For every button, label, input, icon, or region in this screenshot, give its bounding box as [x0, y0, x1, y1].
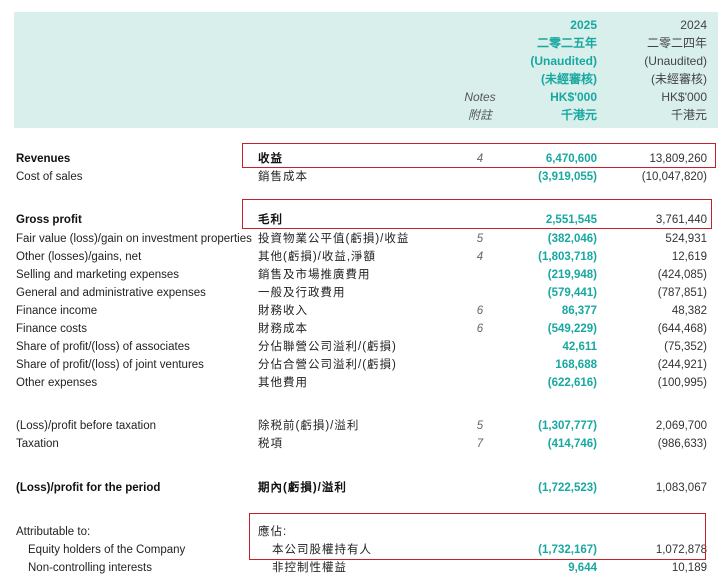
row-label-en: Share of profit/(loss) of joint ventures [16, 359, 204, 371]
value-2025: 9,644 [568, 562, 597, 574]
value-2025: 42,611 [562, 341, 597, 353]
row-label-zh: 除税前(虧損)/溢利 [258, 420, 360, 432]
table-row: Cost of sales 銷售成本 (3,919,055) (10,047,820) [0, 168, 721, 186]
value-2025: (1,722,523) [538, 482, 597, 494]
row-label-zh: 其他費用 [258, 377, 308, 389]
row-label-en: Selling and marketing expenses [16, 269, 180, 281]
value-2024: (986,633) [657, 438, 707, 450]
row-label-en: Finance costs [16, 323, 87, 335]
row-label-zh: 分佔聯營公司溢利/(虧損) [258, 341, 397, 353]
row-note: 6 [476, 323, 484, 335]
table-row: Share of profit/(loss) of associates 分佔聯營… [0, 338, 721, 356]
value-2024: 12,619 [671, 251, 707, 263]
value-2024: (787,851) [657, 287, 707, 299]
row-label-en: Taxation [16, 438, 59, 450]
row-label-en: Finance income [16, 305, 98, 317]
row-label-en: Revenues [16, 153, 71, 165]
row-note: 5 [476, 233, 484, 245]
row-label-zh: 一般及行政費用 [258, 287, 346, 299]
value-2024: 2,069,700 [655, 420, 707, 432]
col-2024-year: 2024 [680, 18, 707, 32]
table-row: Other (losses)/gains, net 其他(虧損)/收益,淨額 4 (1… [0, 248, 721, 266]
row-note: 4 [476, 251, 484, 263]
row-label-zh: 財務成本 [258, 323, 308, 335]
col-2025-audit: (Unaudited) [530, 54, 597, 68]
row-label-zh: 銷售成本 [258, 171, 308, 183]
highlight-box-attributable [249, 513, 706, 560]
table-row: (Loss)/profit for the period 期內(虧損)/溢利 (1,… [0, 479, 721, 497]
row-label-zh: 税項 [258, 438, 283, 450]
table-row: Finance income 財務收入 6 86,377 48,382 [0, 302, 721, 320]
row-label-en: Attributable to: [16, 526, 91, 538]
row-label-zh: 非控制性權益 [272, 562, 347, 574]
value-2025: (579,441) [547, 287, 597, 299]
col-2024-currency: HK$'000 [661, 90, 707, 104]
row-label-zh: 期內(虧損)/溢利 [258, 482, 347, 494]
row-note: 5 [476, 420, 484, 432]
notes-header-zh: 附註 [467, 108, 492, 122]
value-2024: (644,468) [657, 323, 707, 335]
table-row: Non-controlling interests 非控制性權益 9,644 10,1… [0, 559, 721, 577]
value-2025: (1,803,718) [538, 251, 597, 263]
value-2025: (382,046) [547, 233, 597, 245]
col-2025-year: 2025 [570, 18, 597, 32]
value-2025: (3,919,055) [538, 171, 597, 183]
col-2025-currency-zh: 千港元 [560, 108, 597, 122]
row-label-zh: 銷售及市場推廣費用 [258, 269, 371, 281]
row-note: 7 [476, 438, 484, 450]
col-2024-year-zh: 二零二四年 [646, 36, 707, 50]
value-2024: 524,931 [665, 233, 707, 245]
row-label-en: Share of profit/(loss) of associates [16, 341, 190, 353]
row-label-en: General and administrative expenses [16, 287, 206, 299]
value-2025: (414,746) [547, 438, 597, 450]
row-label-en: Equity holders of the Company [28, 544, 186, 556]
highlight-box-gross-profit [242, 199, 712, 229]
row-label-zh: 其他(虧損)/收益,淨額 [258, 251, 377, 263]
value-2024: (75,352) [664, 341, 707, 353]
row-label-zh: 分佔合營公司溢利/(虧損) [258, 359, 397, 371]
value-2025: (549,229) [547, 323, 597, 335]
header-band [14, 12, 718, 128]
value-2024: 1,083,067 [655, 482, 707, 494]
table-row: (Loss)/profit before taxation 除税前(虧損)/溢利 5… [0, 417, 721, 435]
col-2024-audit: (Unaudited) [644, 54, 707, 68]
row-label-en: Other expenses [16, 377, 98, 389]
value-2024: (424,085) [657, 269, 707, 281]
row-label-zh: 投資物業公平值(虧損)/收益 [258, 233, 410, 245]
table-row: General and administrative expenses 一般及行政… [0, 284, 721, 302]
row-label-en: (Loss)/profit for the period [16, 482, 161, 494]
table-row: Share of profit/(loss) of joint ventures… [0, 356, 721, 374]
table-row: Other expenses 其他費用 (622,616) (100,995) [0, 374, 721, 392]
value-2025: (1,307,777) [538, 420, 597, 432]
value-2024: 10,189 [671, 562, 707, 574]
table-row: Finance costs 財務成本 6 (549,229) (644,468) [0, 320, 721, 338]
row-label-en: Fair value (loss)/gain on investment pro… [16, 233, 252, 245]
value-2024: 48,382 [671, 305, 707, 317]
row-label-en: Non-controlling interests [28, 562, 153, 574]
table-row: Fair value (loss)/gain on investment pro… [0, 230, 721, 248]
row-label-en: Other (losses)/gains, net [16, 251, 142, 263]
row-label-en: (Loss)/profit before taxation [16, 420, 156, 432]
value-2025: 168,688 [555, 359, 597, 371]
row-label-zh: 財務收入 [258, 305, 308, 317]
col-2025-year-zh: 二零二五年 [536, 36, 597, 50]
col-2024-audit-zh: (未經審核) [651, 72, 707, 86]
value-2024: (100,995) [657, 377, 707, 389]
value-2025: (622,616) [547, 377, 597, 389]
value-2024: (10,047,820) [641, 171, 707, 183]
table-row: Selling and marketing expenses 銷售及市場推廣費用 (… [0, 266, 721, 284]
notes-header: Notes [464, 90, 496, 104]
row-label-en: Gross profit [16, 214, 82, 226]
value-2025: 86,377 [561, 305, 597, 317]
col-2024-currency-zh: 千港元 [670, 108, 707, 122]
highlight-box-revenues [242, 143, 716, 168]
row-note: 6 [476, 305, 484, 317]
col-2025-currency: HK$'000 [550, 90, 597, 104]
row-label-en: Cost of sales [16, 171, 83, 183]
value-2024: (244,921) [657, 359, 707, 371]
table-row: Taxation 税項 7 (414,746) (986,633) [0, 435, 721, 453]
col-2025-audit-zh: (未經審核) [541, 72, 597, 86]
value-2025: (219,948) [547, 269, 597, 281]
